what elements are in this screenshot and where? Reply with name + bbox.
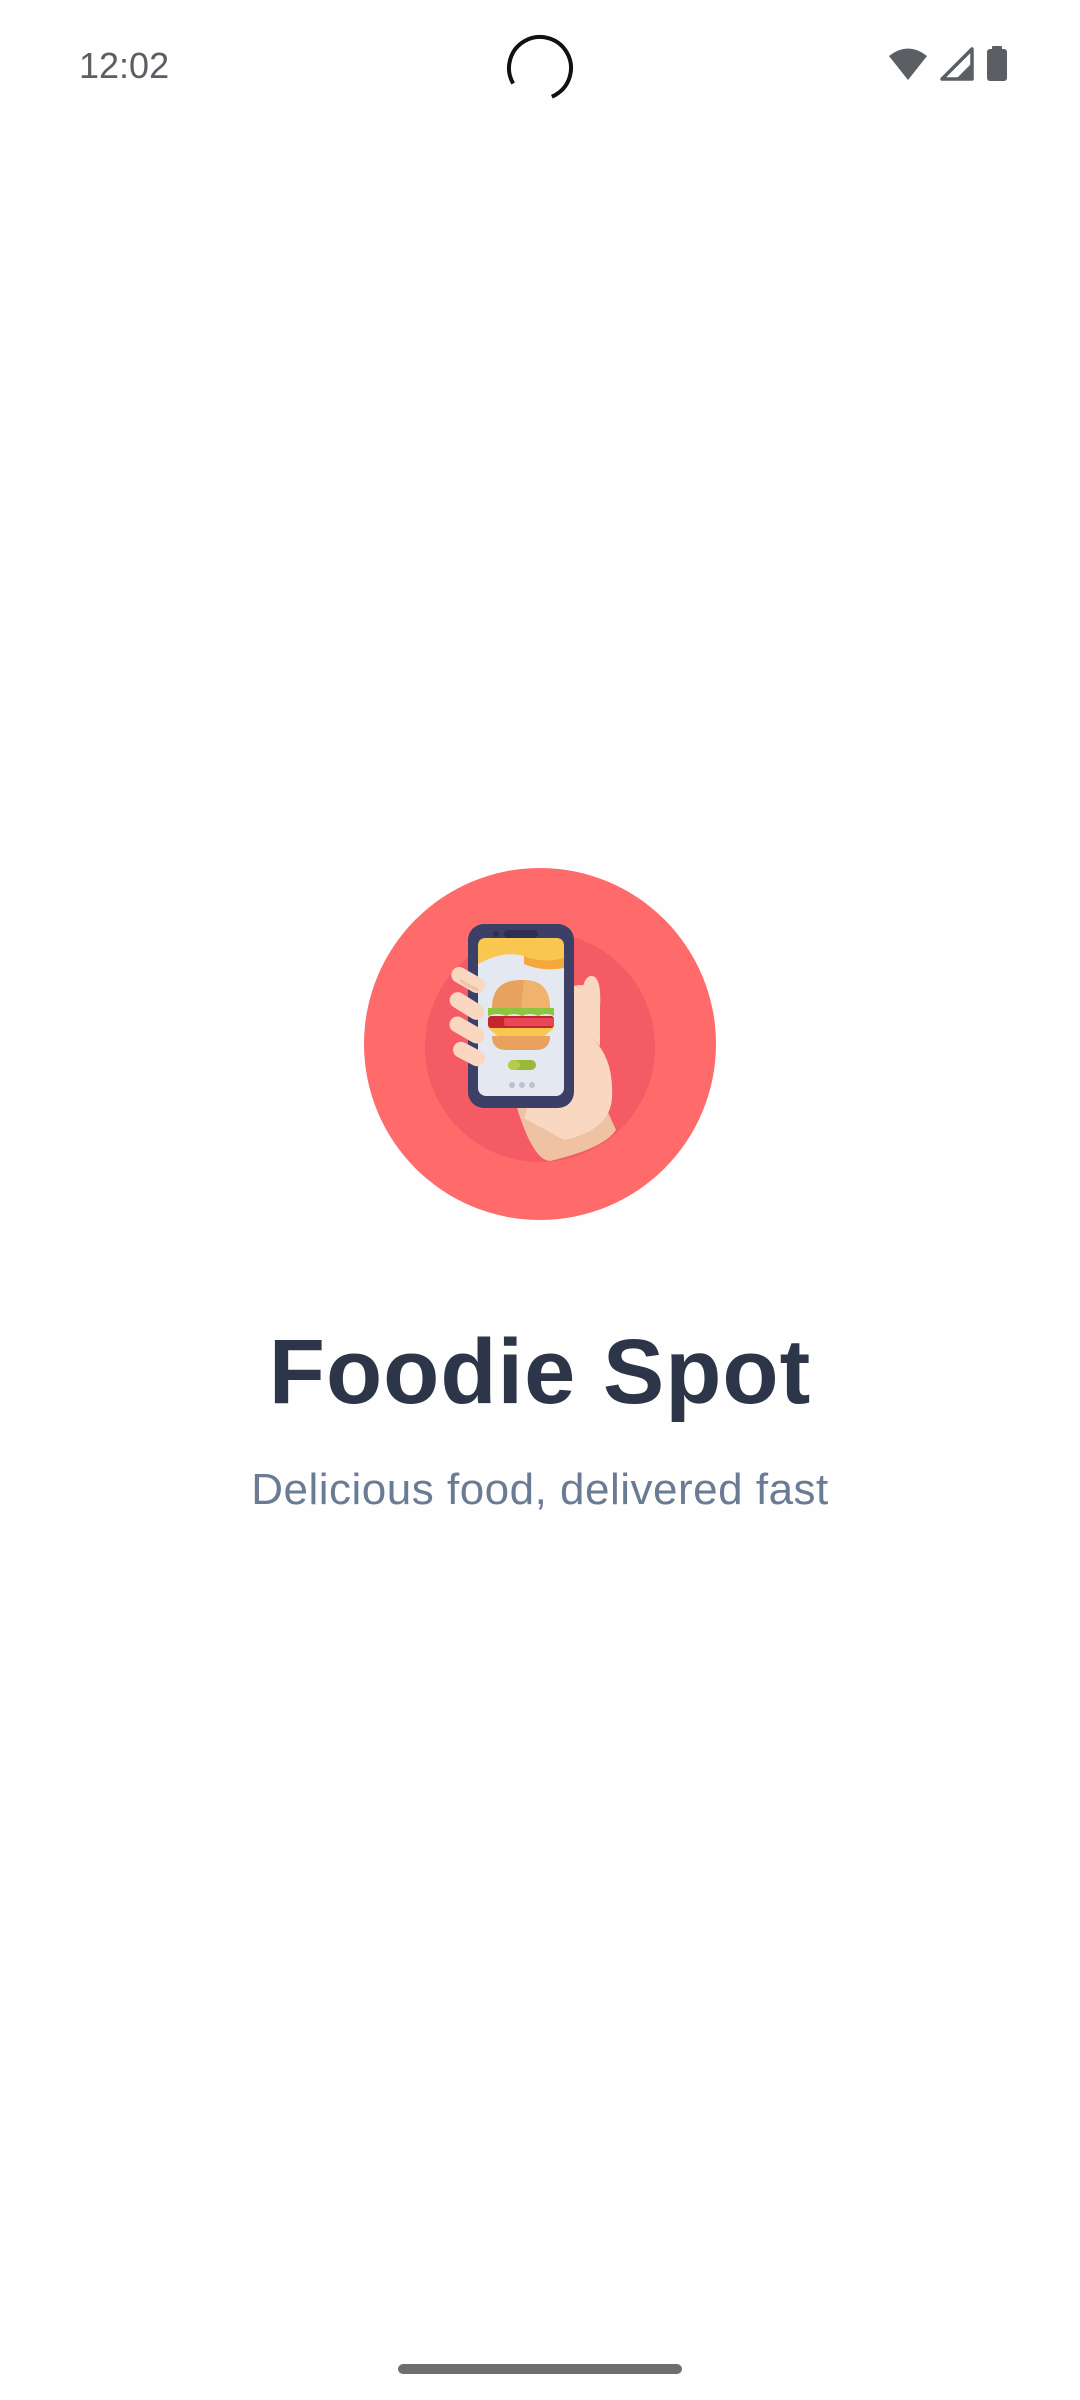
status-icons	[888, 45, 1008, 87]
status-bar: 12:02	[0, 0, 1080, 136]
battery-icon	[986, 45, 1008, 87]
cellular-signal-icon	[940, 46, 974, 86]
status-time: 12:02	[79, 45, 170, 86]
app-tagline: Delicious food, delivered fast	[251, 1465, 829, 1514]
app-logo	[364, 868, 716, 1220]
splash-screen: Foodie Spot Delicious food, delivered fa…	[0, 868, 1080, 1518]
app-title: Foodie Spot	[268, 1321, 812, 1423]
wifi-icon	[888, 47, 928, 86]
camera-cutout-icon	[507, 35, 573, 101]
home-gesture-bar[interactable]	[398, 2364, 682, 2374]
phone-burger-hand-icon	[364, 868, 716, 1220]
